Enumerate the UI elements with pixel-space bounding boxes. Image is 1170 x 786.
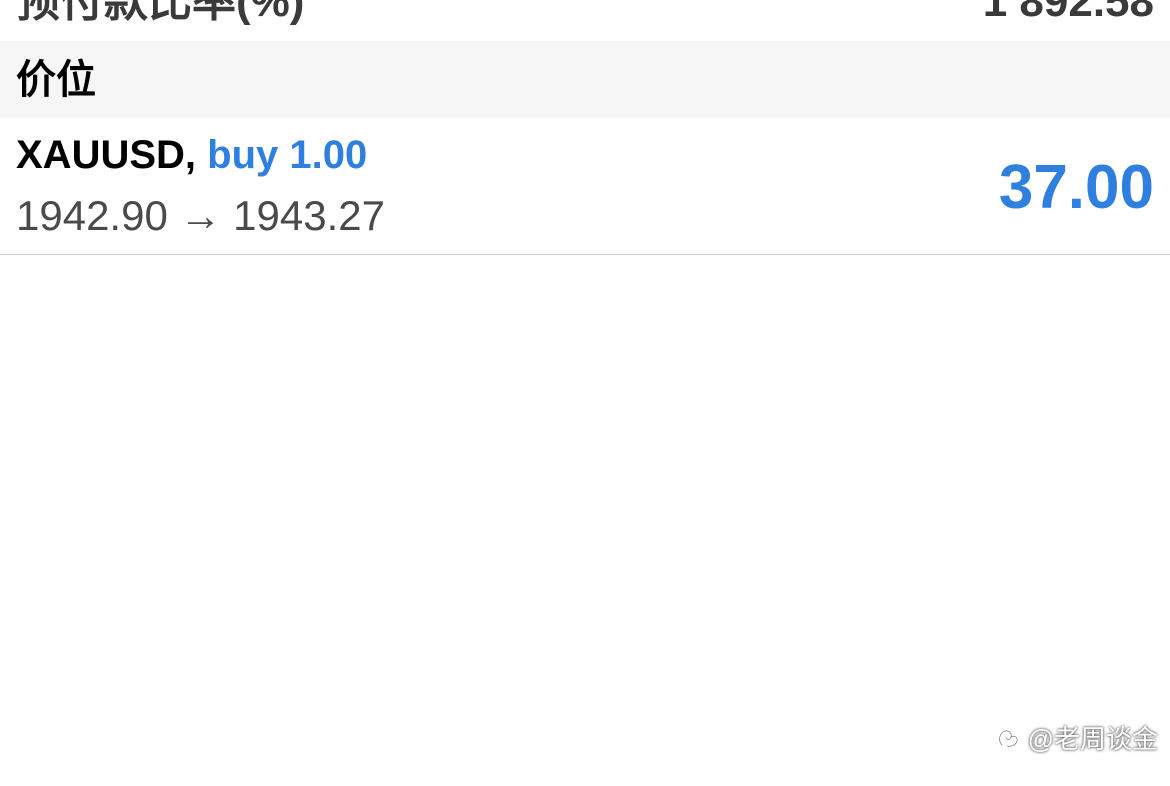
position-side-volume: buy 1.00: [207, 133, 368, 177]
section-title: 价位: [16, 58, 96, 102]
price-current: 1943.27: [233, 192, 385, 239]
position-profit: 37.00: [998, 153, 1154, 222]
position-prices: 1942.90 → 1943.27: [16, 190, 385, 242]
arrow-right-icon: →: [179, 192, 222, 239]
section-header-positions: 价位: [0, 41, 1170, 118]
margin-level-row: 预付款比率(%) 1 892.58: [0, 0, 1170, 41]
position-row[interactable]: XAUUSD, buy 1.00 1942.90 → 1943.27 37.00: [0, 118, 1170, 255]
watermark-text: @老周谈金: [1027, 724, 1158, 754]
price-open: 1942.90: [16, 192, 168, 239]
watermark: @老周谈金: [996, 719, 1158, 756]
sohu-fox-icon: [998, 729, 1018, 747]
margin-level-value: 1 892.58: [982, 0, 1154, 26]
margin-level-label: 预付款比率(%): [16, 0, 305, 26]
position-symbol: XAUUSD,: [16, 133, 197, 177]
position-summary: XAUUSD, buy 1.00: [16, 130, 367, 180]
screen: 预付款比率(%) 1 892.58 价位 XAUUSD, buy 1.00 19…: [0, 0, 1170, 786]
